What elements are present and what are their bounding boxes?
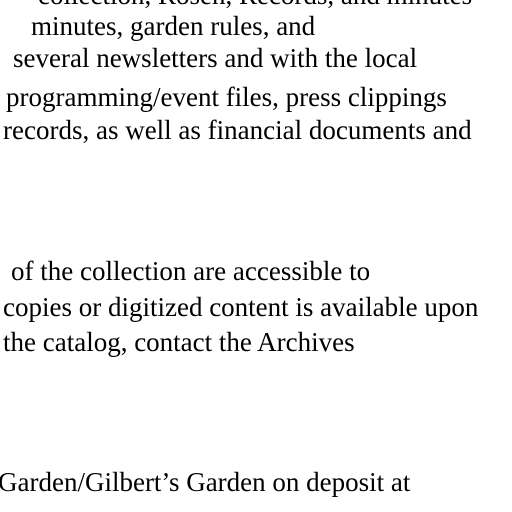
document-page: collection, Rosen, Records, and minutes … bbox=[0, 0, 512, 512]
body-text-line: collection, Rosen, Records, and minutes bbox=[38, 0, 472, 9]
body-text-line: records, as well as financial documents … bbox=[3, 115, 472, 145]
body-text-line: the catalog, contact the Archives bbox=[3, 327, 355, 357]
body-text-line: copies or digitized content is available… bbox=[3, 292, 479, 322]
body-text-line: several newsletters and with the local bbox=[13, 43, 418, 73]
body-text-line: programming/event files, press clippings bbox=[6, 82, 447, 112]
body-text-line: of the collection are accessible to bbox=[11, 256, 371, 286]
body-text-line: Garden/Gilbert’s Garden on deposit at bbox=[0, 467, 411, 497]
body-text-line: minutes, garden rules, and bbox=[31, 11, 316, 41]
